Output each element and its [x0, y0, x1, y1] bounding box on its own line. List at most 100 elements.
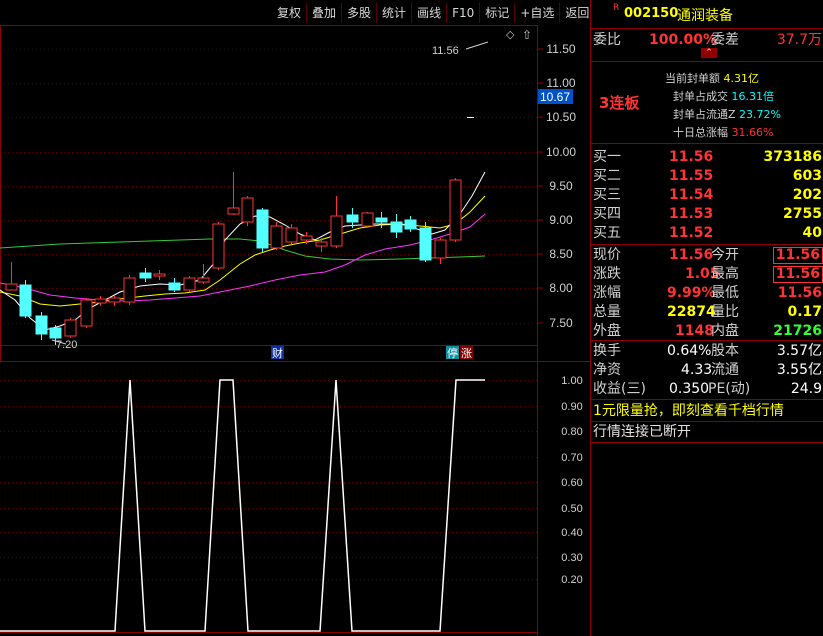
diamond-icon[interactable]: ◇: [506, 28, 515, 41]
total-shares-label: 股本: [711, 343, 739, 359]
bid-label: 买五: [593, 225, 621, 241]
ten-day-gain-label: 十日总涨幅: [673, 126, 728, 139]
bid-row-2[interactable]: 买二 11.55 603: [591, 167, 823, 186]
candle-body: [330, 215, 343, 247]
ind-tick-0-30: 0.30: [561, 552, 582, 564]
candle-body: [449, 179, 462, 241]
divider: [591, 340, 823, 341]
stock-header: R 002150 通润装备: [591, 3, 823, 25]
candle-body: [168, 282, 181, 291]
current-price-label: 10.67: [540, 90, 570, 104]
bid-volume: 603: [792, 168, 822, 184]
candle-body: [5, 283, 18, 291]
bid-volume: 373186: [763, 149, 822, 165]
scroll-up-icon[interactable]: ⇧: [522, 28, 532, 42]
candle-body: [270, 225, 283, 249]
ind-tick-0-80: 0.80: [561, 426, 582, 438]
pe-value: 24.9: [790, 381, 822, 397]
price-tick-7-50: 7.50: [549, 316, 573, 330]
bid-volume: 2755: [783, 206, 822, 222]
pe-label: PE(动): [708, 381, 751, 397]
float-shares-value: 3.55亿: [776, 362, 822, 378]
volume-label: 总量: [593, 304, 621, 320]
candle-body: [227, 207, 240, 215]
bid-price: 11.52: [669, 225, 714, 241]
high-price-arrow: [465, 41, 489, 50]
quote-row-pct: 涨幅 9.99% 最低 11.56: [591, 284, 823, 303]
fund-row-eps: 收益(三) 0.350 PE(动) 24.9: [591, 380, 823, 399]
quote-row-inout: 外盘 1148 内盘 21726: [591, 322, 823, 341]
quote-panel: R 002150 通润装备 委比 100.00% 委差 37.7万 ⌃ 3连板 …: [590, 0, 823, 636]
candle-body: [241, 197, 254, 223]
outer-value: 1148: [675, 323, 714, 339]
price-tick-8-00: 8.00: [549, 281, 573, 295]
bid-price: 11.54: [669, 187, 714, 203]
outer-label: 外盘: [593, 323, 621, 339]
divider: [591, 399, 823, 400]
expand-toggle-icon[interactable]: ⌃: [701, 48, 717, 58]
consecutive-limit-badge: 3连板: [599, 94, 640, 112]
bid-label: 买三: [593, 187, 621, 203]
seal-line-3: 封单占流通Z 23.72%: [673, 106, 781, 122]
candle-body: [285, 227, 298, 243]
candle-body: [123, 277, 136, 303]
high-label: 最高: [711, 266, 739, 282]
ten-day-gain-value: 31.66%: [731, 126, 774, 139]
ind-tick-0-50: 0.50: [561, 503, 582, 515]
bid-volume: 40: [802, 225, 822, 241]
eps-label: 收益(三): [593, 381, 646, 397]
bid-row-3[interactable]: 买三 11.54 202: [591, 186, 823, 205]
volume-ratio-label: 量比: [711, 304, 739, 320]
seal-amount-value: 4.31亿: [723, 72, 760, 85]
candle-body: [434, 239, 447, 259]
turnover-label: 换手: [593, 343, 621, 359]
ind-tick-0-40: 0.40: [561, 527, 582, 539]
divider: [591, 28, 823, 29]
seal-turnover-value: 16.31倍: [731, 90, 775, 103]
turnover-value: 0.64%: [667, 343, 712, 359]
pct-change-label: 涨幅: [593, 285, 621, 301]
change-label: 涨跌: [593, 266, 621, 282]
bid-row-1[interactable]: 买一 11.56 373186: [591, 148, 823, 167]
inner-value: 21726: [773, 323, 822, 339]
ind-tick-0-70: 0.70: [561, 452, 582, 464]
bid-label: 买二: [593, 168, 621, 184]
seal-float-value: 23.72%: [739, 108, 781, 121]
indicator-grid: [0, 380, 537, 580]
divider: [591, 244, 823, 245]
financial-report-label: 财: [272, 346, 283, 360]
low-label: 最低: [711, 285, 739, 301]
candle-body: [49, 327, 62, 339]
r-mark: R: [613, 3, 620, 13]
indicator-signal-line: [0, 379, 485, 632]
bid-row-5[interactable]: 买五 11.52 40: [591, 224, 823, 243]
bid-price: 11.55: [669, 168, 714, 184]
candle-body: [80, 299, 93, 327]
candle-body: [361, 212, 374, 227]
kline-chart[interactable]: 11.50 11.00 10.50 10.00 9.50 9.00 8.50 8…: [0, 0, 590, 636]
connection-status: 行情连接已断开: [593, 424, 691, 440]
seal-line-2: 封单占成交 16.31倍: [673, 88, 774, 104]
bid-row-4[interactable]: 买四 11.53 2755: [591, 205, 823, 224]
limit-up-label: 涨: [461, 347, 472, 360]
price-tick-11-50: 11.50: [546, 42, 575, 56]
pct-change-value: 9.99%: [667, 285, 716, 301]
volume-value: 22874: [667, 304, 716, 320]
current-price-value: 11.56: [669, 247, 714, 263]
fund-row-netasset: 净资 4.33 流通 3.55亿: [591, 361, 823, 380]
candle-body: [375, 217, 388, 223]
price-tick-9-50: 9.50: [549, 179, 573, 193]
volume-ratio-value: 0.17: [787, 304, 822, 320]
candle-body: [419, 227, 432, 261]
bid-price: 11.56: [669, 149, 714, 165]
price-tick-9-00: 9.00: [549, 213, 573, 227]
bid-price: 11.53: [669, 206, 714, 222]
stock-terminal-window: 复权 叠加 多股 统计 画线 F10 标记 +自选 返回 11.50 11.00…: [0, 0, 823, 636]
candle-body: [153, 273, 166, 277]
float-shares-label: 流通: [711, 362, 739, 378]
suspension-label: 停: [447, 346, 458, 360]
candle-body: [212, 223, 225, 269]
upgrade-promo-link[interactable]: 1元限量抢，即刻查看千档行情: [593, 401, 823, 421]
net-asset-label: 净资: [593, 362, 621, 378]
price-tick-10-00: 10.00: [546, 145, 576, 159]
